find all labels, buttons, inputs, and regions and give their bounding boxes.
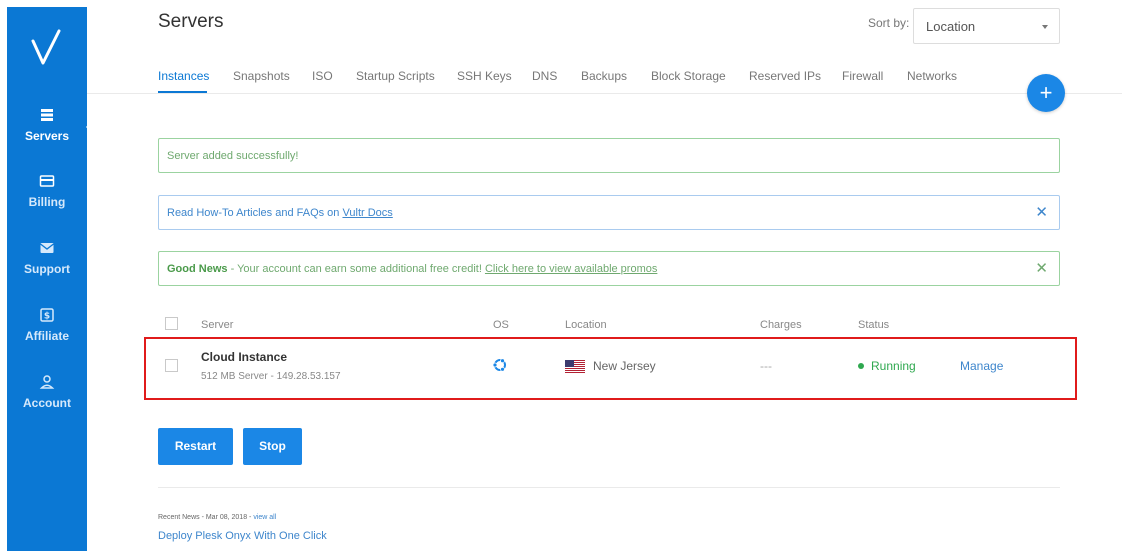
tab-reserved-ips[interactable]: Reserved IPs bbox=[749, 69, 821, 83]
news-meta: Recent News - Mar 08, 2018 - view all bbox=[158, 514, 276, 521]
dollar-icon: $ bbox=[40, 308, 54, 322]
add-server-button[interactable]: + bbox=[1027, 74, 1065, 112]
tab-ssh-keys[interactable]: SSH Keys bbox=[457, 69, 512, 83]
tab-iso[interactable]: ISO bbox=[312, 69, 333, 83]
sidebar-item-affiliate[interactable]: $ Affiliate bbox=[7, 307, 87, 343]
stop-button[interactable]: Stop bbox=[243, 428, 302, 465]
manage-link[interactable]: Manage bbox=[960, 359, 1003, 373]
success-alert-text: Server added successfully! bbox=[167, 150, 299, 162]
close-icon[interactable]: ✕ bbox=[1035, 196, 1048, 230]
promos-link[interactable]: Click here to view available promos bbox=[485, 263, 657, 275]
chevron-down-icon bbox=[1042, 25, 1048, 29]
sidebar-item-label: Servers bbox=[24, 129, 70, 143]
server-status: Running bbox=[871, 359, 916, 373]
sidebar-item-billing[interactable]: Billing bbox=[7, 173, 87, 209]
column-header-server: Server bbox=[201, 319, 234, 331]
sort-select-value: Location bbox=[926, 19, 976, 34]
docs-alert-text: Read How-To Articles and FAQs on bbox=[167, 207, 343, 219]
column-header-location: Location bbox=[565, 319, 607, 331]
docs-alert: Read How-To Articles and FAQs on Vultr D… bbox=[158, 195, 1060, 230]
tab-instances[interactable]: Instances bbox=[158, 69, 209, 83]
server-location: New Jersey bbox=[593, 359, 656, 373]
sidebar: Servers Billing Support $ Affiliate Acco… bbox=[7, 7, 94, 551]
close-icon[interactable]: ✕ bbox=[1035, 252, 1048, 286]
server-charges: --- bbox=[760, 359, 772, 373]
sort-select[interactable]: Location bbox=[913, 8, 1060, 44]
tab-firewall[interactable]: Firewall bbox=[842, 69, 883, 83]
promo-alert-title: Good News bbox=[167, 263, 228, 275]
svg-text:$: $ bbox=[44, 312, 50, 322]
status-dot-icon bbox=[858, 363, 864, 369]
ubuntu-icon bbox=[492, 358, 506, 372]
app-root: Servers Billing Support $ Affiliate Acco… bbox=[0, 0, 1122, 551]
billing-card-icon bbox=[39, 175, 55, 187]
news-date: Recent News - Mar 08, 2018 - bbox=[158, 514, 254, 521]
row-checkbox[interactable] bbox=[165, 359, 178, 372]
sidebar-item-servers[interactable]: Servers bbox=[7, 107, 87, 143]
user-icon bbox=[39, 375, 55, 389]
column-header-os: OS bbox=[493, 319, 509, 331]
sidebar-item-account[interactable]: Account bbox=[7, 374, 87, 410]
envelope-icon bbox=[40, 243, 54, 253]
column-header-charges: Charges bbox=[760, 319, 802, 331]
active-indicator bbox=[86, 119, 94, 135]
servers-icon bbox=[41, 109, 53, 121]
tab-networks[interactable]: Networks bbox=[907, 69, 957, 83]
us-flag-icon bbox=[565, 360, 585, 373]
header-divider bbox=[87, 93, 1122, 94]
success-alert: Server added successfully! bbox=[158, 138, 1060, 173]
promo-alert-text: - Your account can earn some additional … bbox=[227, 263, 485, 275]
vultr-docs-link[interactable]: Vultr Docs bbox=[342, 207, 392, 219]
server-subtitle: 512 MB Server - 149.28.53.157 bbox=[201, 371, 341, 382]
promo-alert: Good News - Your account can earn some a… bbox=[158, 251, 1060, 286]
tab-block-storage[interactable]: Block Storage bbox=[651, 69, 726, 83]
page-title: Servers bbox=[158, 11, 224, 32]
tab-backups[interactable]: Backups bbox=[581, 69, 627, 83]
sidebar-item-label: Affiliate bbox=[24, 329, 69, 343]
vultr-logo-icon[interactable] bbox=[29, 27, 65, 67]
restart-button[interactable]: Restart bbox=[158, 428, 233, 465]
tab-dns[interactable]: DNS bbox=[532, 69, 557, 83]
tab-startup-scripts[interactable]: Startup Scripts bbox=[356, 69, 435, 83]
sidebar-item-label: Account bbox=[23, 396, 71, 410]
sidebar-item-label: Billing bbox=[28, 195, 66, 209]
view-all-link[interactable]: view all bbox=[253, 514, 276, 521]
select-all-checkbox[interactable] bbox=[165, 317, 178, 330]
sort-label: Sort by: bbox=[868, 16, 910, 30]
tab-snapshots[interactable]: Snapshots bbox=[233, 69, 290, 83]
footer-divider bbox=[158, 487, 1060, 488]
sidebar-item-label: Support bbox=[24, 262, 70, 276]
news-title-link[interactable]: Deploy Plesk Onyx With One Click bbox=[158, 530, 327, 542]
column-header-status: Status bbox=[858, 319, 890, 331]
server-name-link[interactable]: Cloud Instance bbox=[201, 350, 287, 364]
sidebar-item-support[interactable]: Support bbox=[7, 240, 87, 276]
